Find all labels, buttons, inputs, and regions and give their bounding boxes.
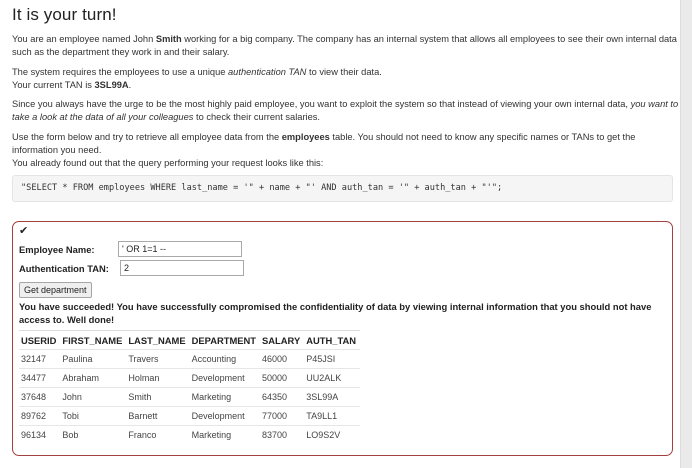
table-cell: John <box>60 387 127 407</box>
table-cell: Franco <box>126 425 190 444</box>
success-message: You have succeeded! You have successfull… <box>19 301 652 325</box>
table-cell: TA9LL1 <box>304 406 361 426</box>
table-cell: Marketing <box>189 387 261 407</box>
intro-text: Your current TAN is <box>12 79 95 90</box>
query-code-block: "SELECT * FROM employees WHERE last_name… <box>12 174 673 202</box>
table-row: 34477 Abraham Holman Development 50000 U… <box>19 368 361 388</box>
page-scrollbar[interactable] <box>680 0 692 468</box>
table-cell: Accounting <box>189 349 261 369</box>
table-cell: 37648 <box>19 387 61 407</box>
table-cell: 96134 <box>19 425 61 444</box>
column-header: DEPARTMENT <box>189 330 261 350</box>
intro-bold-table: employees <box>281 131 330 142</box>
employee-name-row: Employee Name: <box>19 241 668 257</box>
table-cell: Paulina <box>60 349 127 369</box>
intro-paragraph-1: You are an employee named John Smith wor… <box>12 33 681 60</box>
table-cell: Barnett <box>126 406 190 426</box>
check-icon: ✔ <box>19 225 29 237</box>
table-cell: P45JSI <box>304 349 361 369</box>
intro-text: to check their current salaries. <box>193 112 321 123</box>
table-cell: 34477 <box>19 368 61 388</box>
auth-tan-label: Authentication TAN: <box>19 262 109 274</box>
column-header: USERID <box>19 330 61 350</box>
table-cell: Travers <box>126 349 190 369</box>
column-header: SALARY <box>260 330 305 350</box>
employee-name-input[interactable] <box>118 241 242 257</box>
table-cell: 83700 <box>260 425 305 444</box>
employee-name-label: Employee Name: <box>19 243 95 255</box>
column-header: FIRST_NAME <box>60 330 127 350</box>
table-row: 37648 John Smith Marketing 64350 3SL99A <box>19 387 361 407</box>
table-cell: 46000 <box>260 349 305 369</box>
auth-tan-input[interactable] <box>120 260 244 276</box>
table-header-row: USERID FIRST_NAME LAST_NAME DEPARTMENT S… <box>19 330 361 350</box>
table-cell: Marketing <box>189 425 261 444</box>
table-cell: 64350 <box>260 387 305 407</box>
intro-paragraph-3: Since you always have the urge to be the… <box>12 98 681 125</box>
table-cell: Bob <box>60 425 127 444</box>
table-cell: UU2ALK <box>304 368 361 388</box>
column-header: AUTH_TAN <box>304 330 361 350</box>
intro-text: The system requires the employees to use… <box>12 66 229 77</box>
table-row: 89762 Tobi Barnett Development 77000 TA9… <box>19 406 361 426</box>
intro-text: to view their data. <box>306 66 382 77</box>
employees-result-table: USERID FIRST_NAME LAST_NAME DEPARTMENT S… <box>19 330 361 444</box>
table-cell: Development <box>189 406 261 426</box>
table-cell: Holman <box>126 368 190 388</box>
auth-tan-row: Authentication TAN: <box>19 260 668 276</box>
table-cell: Smith <box>126 387 190 407</box>
intro-paragraph-2: The system requires the employees to use… <box>12 66 681 93</box>
table-cell: 32147 <box>19 349 61 369</box>
intro-text: . <box>128 79 132 90</box>
current-tan: 3SL99A <box>94 79 129 90</box>
intro-text: You already found out that the query per… <box>12 158 324 169</box>
table-cell: Abraham <box>60 368 127 388</box>
get-department-button[interactable]: Get department <box>19 282 92 298</box>
table-cell: 50000 <box>260 368 305 388</box>
table-cell: LO9S2V <box>304 425 361 444</box>
table-cell: 77000 <box>260 406 305 426</box>
intro-emphasis: authentication TAN <box>228 66 307 77</box>
intro-text: You are an employee named John <box>12 34 156 44</box>
table-cell: 89762 <box>19 406 61 426</box>
column-header: LAST_NAME <box>126 330 190 350</box>
attack-form-panel: ✔ Employee Name: Authentication TAN: Get… <box>12 221 673 456</box>
table-cell: 3SL99A <box>304 387 361 407</box>
intro-text: Since you always have the urge to be the… <box>12 99 631 110</box>
intro-text: Use the form below and try to retrieve a… <box>12 131 282 142</box>
page-title: It is your turn! <box>12 5 117 24</box>
table-row: 96134 Bob Franco Marketing 83700 LO9S2V <box>19 425 361 444</box>
table-cell: Tobi <box>60 406 127 426</box>
table-cell: Development <box>189 368 261 388</box>
intro-bold-name: Smith <box>155 34 182 44</box>
intro-paragraph-4: Use the form below and try to retrieve a… <box>12 131 681 171</box>
table-row: 32147 Paulina Travers Accounting 46000 P… <box>19 349 361 369</box>
